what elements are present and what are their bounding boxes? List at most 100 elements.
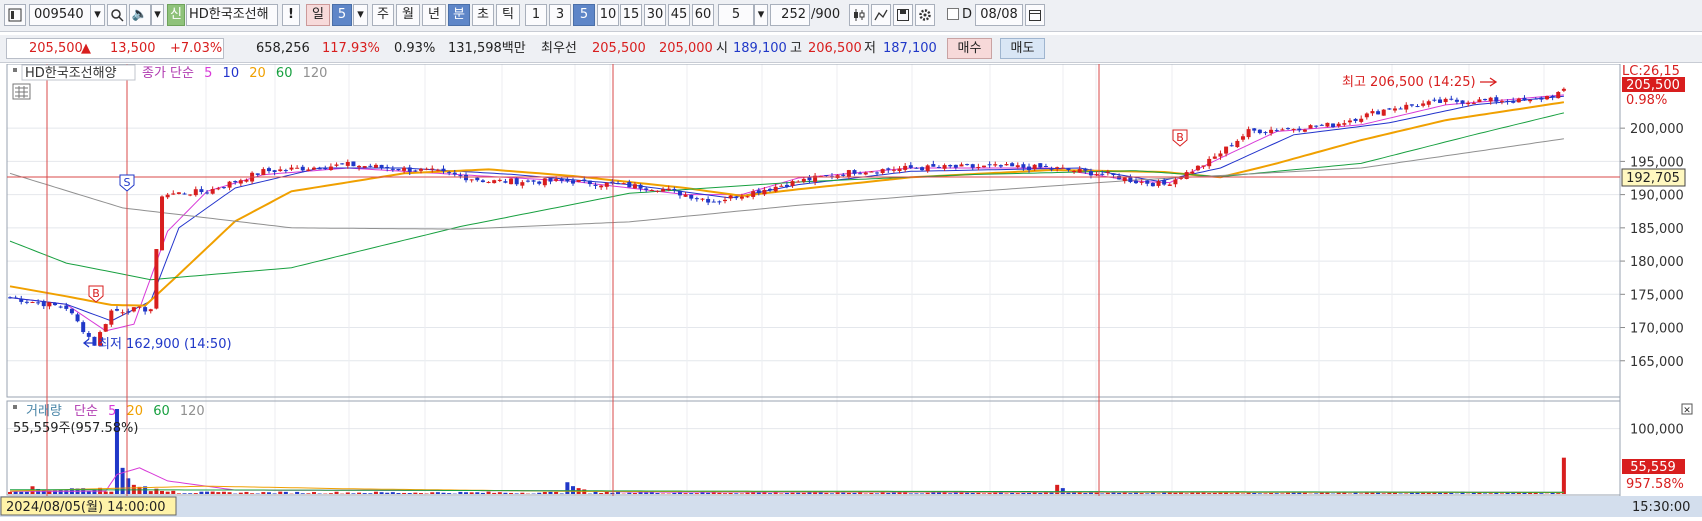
candle-body: [577, 180, 581, 182]
volume-legend-60: 60: [153, 404, 170, 419]
period-minute-button[interactable]: 분: [448, 4, 470, 26]
candle-body: [1461, 100, 1465, 103]
draw-tool-button[interactable]: [871, 4, 891, 26]
period-day-button[interactable]: 일: [306, 4, 330, 26]
volume-bar: [211, 492, 215, 494]
candle-body: [166, 195, 170, 198]
stock-code-input[interactable]: 009540: [29, 4, 91, 26]
candle-body: [363, 166, 367, 168]
stock-name-field[interactable]: HD한국조선해: [186, 4, 278, 26]
candle-body: [937, 167, 941, 168]
volume-bar: [610, 493, 614, 494]
candle-body: [1055, 167, 1059, 168]
volume-bar: [301, 493, 305, 494]
interval-button-5[interactable]: 5: [573, 4, 595, 26]
candle-body: [1185, 172, 1189, 179]
candle-body: [1393, 108, 1397, 110]
candle-body: [554, 179, 558, 181]
code-dropdown-button[interactable]: ▾: [90, 4, 105, 26]
candle-body: [1010, 163, 1014, 166]
candle-style-button[interactable]: [849, 4, 869, 26]
volume-bar: [1021, 493, 1025, 494]
line-tool-icon: [874, 8, 888, 22]
volume-bar: [537, 493, 541, 494]
candle-body: [115, 309, 119, 311]
search-button[interactable]: [107, 4, 127, 26]
layout-icon[interactable]: [4, 4, 26, 26]
candle-body: [909, 165, 913, 168]
volume-bar: [757, 493, 761, 494]
candle-body: [520, 182, 524, 186]
volume-bar: [391, 492, 395, 494]
interval-button-1[interactable]: 1: [525, 4, 547, 26]
window-layout-icon: [8, 8, 22, 22]
period-week-button[interactable]: 주: [372, 4, 394, 26]
volume-bar: [160, 491, 164, 494]
period-tick-button[interactable]: 틱: [496, 4, 520, 26]
candle-body: [746, 196, 750, 197]
credit-tag: 신: [167, 4, 185, 26]
candle-body: [1342, 123, 1346, 125]
volume-bar: [87, 491, 91, 494]
volume-bar: [188, 493, 192, 494]
chart-toolbar: 009540 ▾ 🔈 ▾ 신 HD한국조선해 ! 일 5 ▾ 주 월 년 분 초…: [0, 0, 1702, 32]
candle-body: [1202, 165, 1206, 166]
interval-button-10[interactable]: 10: [597, 4, 619, 26]
interval-button-45[interactable]: 45: [668, 4, 690, 26]
interval-button-30[interactable]: 30: [644, 4, 666, 26]
candle-body: [841, 175, 845, 176]
interval-button-15[interactable]: 15: [620, 4, 642, 26]
volume-bar: [1016, 493, 1020, 494]
interval-dropdown-button[interactable]: ▾: [754, 4, 768, 26]
volume-bar: [1511, 493, 1515, 494]
save-button[interactable]: [893, 4, 913, 26]
candle-body: [1050, 169, 1054, 170]
interval-button-60[interactable]: 60: [692, 4, 714, 26]
alert-button[interactable]: !: [282, 4, 300, 26]
count-input[interactable]: 252: [770, 4, 810, 26]
candle-body: [1145, 180, 1149, 183]
period-month-button[interactable]: 월: [396, 4, 420, 26]
period-dropdown-button[interactable]: ▾: [353, 4, 368, 26]
interval-combo[interactable]: 5: [718, 4, 754, 26]
sound-dropdown-button[interactable]: ▾: [151, 4, 164, 26]
candle-body: [1190, 172, 1194, 174]
buy-button[interactable]: 매수: [947, 38, 992, 59]
period-year-button[interactable]: 년: [422, 4, 446, 26]
candle-body: [667, 189, 671, 190]
stock-chart[interactable]: 165,000170,000175,000180,000185,000190,0…: [0, 64, 1702, 517]
volume-bar: [965, 493, 969, 494]
volume-bar: [481, 493, 485, 494]
volume-bar: [1145, 493, 1149, 494]
period-second-button[interactable]: 초: [472, 4, 494, 26]
buy-marker-label: B: [1176, 131, 1184, 144]
date-input[interactable]: 08/08: [975, 4, 1023, 26]
candle-body: [712, 202, 716, 203]
candle-body: [1387, 108, 1391, 109]
high-price: 206,500: [808, 40, 862, 58]
lc-label: LC:26,15: [1622, 64, 1680, 79]
interval-button-3[interactable]: 3: [549, 4, 571, 26]
date-checkbox[interactable]: [947, 8, 959, 20]
volume-bar: [791, 493, 795, 494]
panel-toggle-icon[interactable]: [13, 68, 17, 72]
volume-bar: [402, 493, 406, 494]
sound-button[interactable]: 🔈: [129, 4, 151, 26]
candle-body: [385, 167, 389, 168]
volume-panel-toggle-icon[interactable]: [13, 405, 17, 409]
candle-body: [357, 166, 361, 167]
period-day-value-combo[interactable]: 5: [332, 4, 352, 26]
sell-button[interactable]: 매도: [1000, 38, 1045, 59]
chart-area[interactable]: 165,000170,000175,000180,000185,000190,0…: [0, 64, 1702, 517]
candle-body: [329, 167, 333, 170]
candle-body: [295, 168, 299, 169]
volume-bar: [785, 493, 789, 494]
volume-bar: [1500, 493, 1504, 494]
volume-bar: [1404, 493, 1408, 494]
period-day-value: 5: [338, 7, 346, 22]
calendar-button[interactable]: [1025, 4, 1045, 26]
candle-body: [1128, 177, 1132, 182]
settings-button[interactable]: [915, 4, 935, 26]
candle-body: [768, 189, 772, 190]
best-label: 최우선: [541, 40, 577, 58]
